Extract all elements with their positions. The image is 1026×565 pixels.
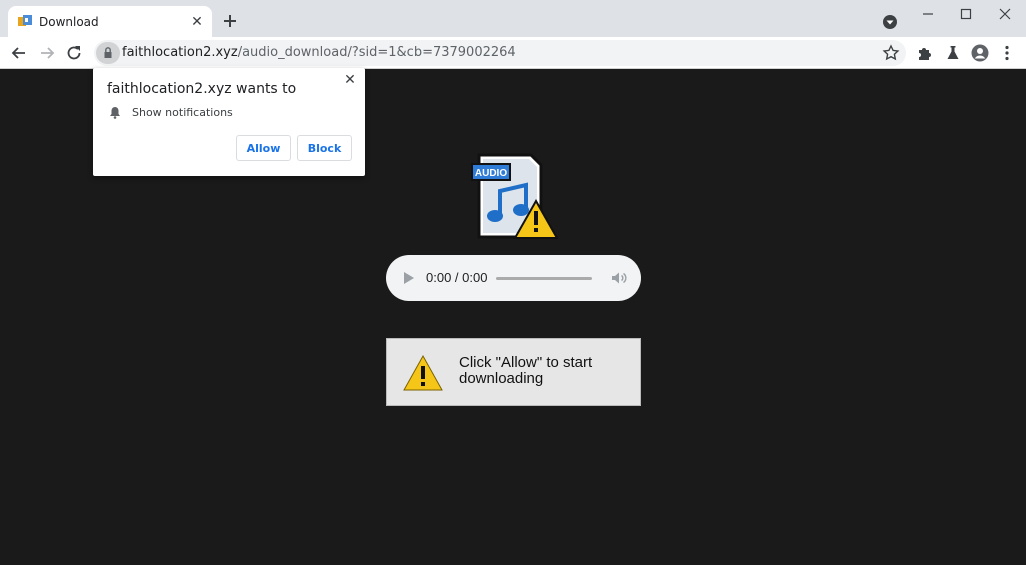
lock-icon (104, 47, 112, 58)
url-domain: faithlocation2.xyz (122, 45, 238, 60)
url-path: /audio_download/?sid=1&cb=7379002264 (237, 45, 516, 60)
download-message-text: Click "Allow" to start downloading (459, 354, 593, 387)
menu-icon[interactable] (998, 44, 1016, 62)
popup-close-icon[interactable]: ✕ (343, 72, 357, 86)
back-icon[interactable] (10, 44, 28, 62)
audio-file-icon: AUDIO (471, 153, 558, 239)
address-bar[interactable]: faithlocation2.xyz/audio_download/?sid=1… (94, 40, 906, 66)
url-text[interactable]: faithlocation2.xyz/audio_download/?sid=1… (122, 45, 516, 60)
block-button[interactable]: Block (297, 135, 352, 161)
play-icon[interactable] (403, 271, 415, 285)
tab-close-icon[interactable]: ✕ (190, 14, 204, 28)
new-tab-icon[interactable] (221, 12, 239, 30)
volume-icon[interactable] (610, 269, 628, 287)
close-window-icon[interactable] (997, 6, 1013, 22)
reload-icon[interactable] (65, 44, 83, 62)
permission-label: Show notifications (132, 106, 233, 119)
warning-icon (403, 355, 443, 391)
audio-badge: AUDIO (475, 168, 507, 179)
toolbar: faithlocation2.xyz/audio_download/?sid=1… (0, 37, 1026, 69)
favicon-icon (18, 15, 32, 26)
maximize-icon[interactable] (958, 6, 974, 22)
bell-icon (110, 107, 120, 119)
player-progress-track[interactable] (496, 277, 592, 280)
audio-player[interactable]: 0:00 / 0:00 (386, 255, 641, 301)
download-message-box: Click "Allow" to start downloading (386, 338, 641, 406)
notification-permission-popup: faithlocation2.xyz wants to ✕ Show notif… (93, 68, 365, 176)
forward-icon[interactable] (38, 44, 56, 62)
popup-title: faithlocation2.xyz wants to (107, 81, 297, 97)
tab-search-icon[interactable] (882, 14, 898, 30)
star-icon[interactable] (882, 44, 900, 62)
site-info-button[interactable] (96, 42, 120, 64)
tab-title: Download (39, 15, 99, 29)
labs-icon[interactable] (944, 44, 962, 62)
profile-icon[interactable] (971, 44, 989, 62)
player-time: 0:00 / 0:00 (426, 270, 488, 285)
extensions-icon[interactable] (916, 44, 934, 62)
allow-button[interactable]: Allow (236, 135, 291, 161)
tab-strip: Download ✕ (0, 0, 1026, 37)
minimize-icon[interactable] (920, 6, 936, 22)
tab-download[interactable]: Download ✕ (8, 6, 212, 37)
